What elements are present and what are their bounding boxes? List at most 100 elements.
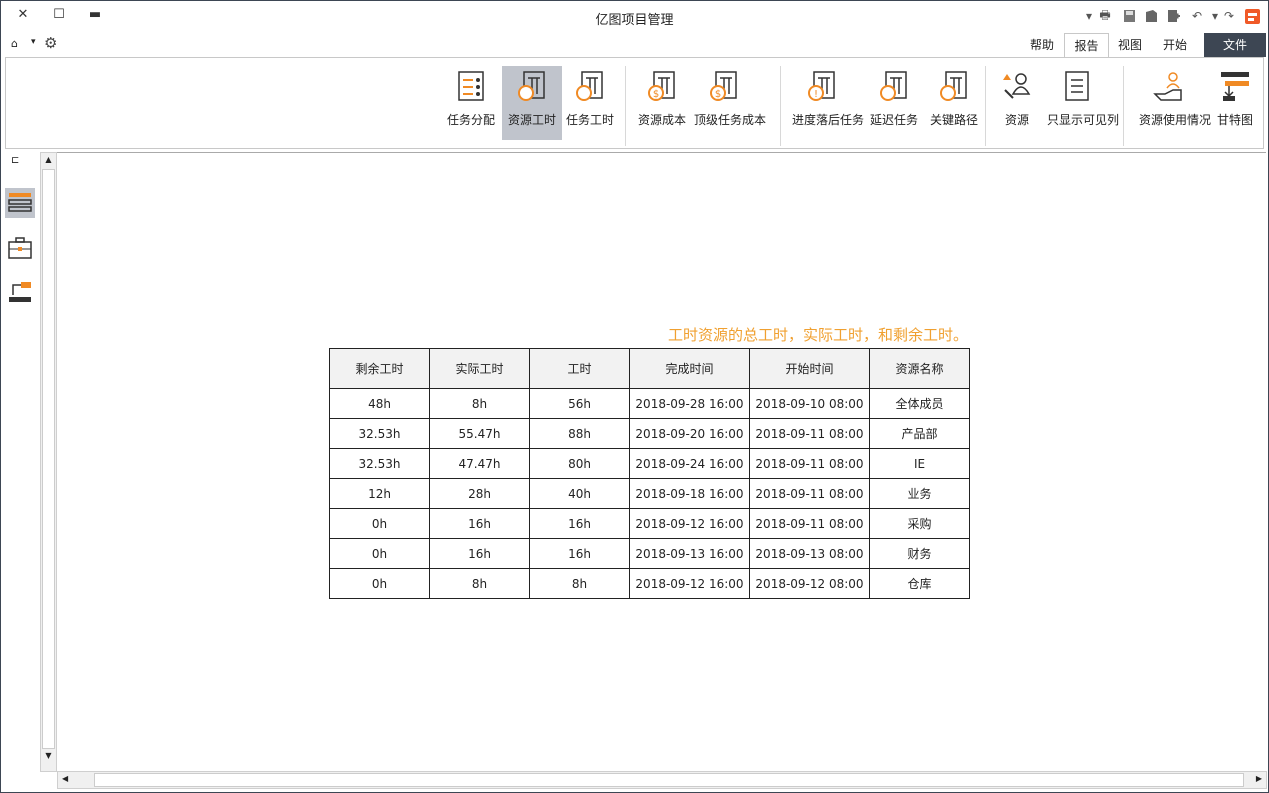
ribbon-button-label: 进度落后任务 [792,113,865,127]
table-cell: 16h [429,508,530,539]
visible-columns-icon [1061,71,1093,105]
ribbon-group-divider [1123,66,1124,146]
ribbon-button-label: 关键路径 [929,113,978,127]
import-panel-icon[interactable] [5,277,35,307]
table-row: 32.53h 55.47h 88h 2018-09-20 16:00 2018-09-1… [329,418,970,449]
column-header: 开始时间 [749,348,870,389]
app-logo-icon [1244,8,1260,24]
ribbon-button-task-assignment[interactable]: 任务分配 [441,66,501,140]
ribbon-button-label: 资源使用情况 [1139,113,1212,127]
pin-icon[interactable]: ⊏ [11,155,19,166]
horizontal-scrollbar[interactable]: ◀ ▶ [57,771,1267,789]
ribbon-button-label: 延迟任务 [869,113,918,127]
column-header: 工时 [529,348,630,389]
save-icon[interactable] [1121,8,1137,24]
table-cell: 8h [529,568,630,599]
ribbon-button-visible-columns[interactable]: 只显示可见列 [1047,66,1120,140]
left-sidebar: ⊏ [1,151,39,791]
resource-usage-icon [1153,72,1185,105]
table-cell: 2018-09-20 16:00 [629,418,750,449]
scroll-left-icon[interactable]: ◀ [62,774,68,783]
resource-hours-table: 剩余工时 实际工时 工时 完成时间 开始时间 资源名称 48h 8h 56h 2018-09-2… [329,348,970,599]
ribbon-button-resource[interactable]: 资源 [987,66,1047,140]
table-cell: 2018-09-18 16:00 [629,478,750,509]
table-cell: 采购 [869,508,970,539]
toolbox-icon[interactable] [5,233,35,263]
table-cell: 2018-09-12 16:00 [629,508,750,539]
ribbon-button-task-hours[interactable]: 任务工时 [560,66,620,140]
tab-help[interactable]: 帮助 [1021,33,1063,57]
task-assignment-icon [455,71,487,105]
ribbon-button-behind-schedule[interactable]: ! 进度落后任务 [792,66,865,140]
svg-text:$: $ [653,89,659,100]
tab-home[interactable]: 开始 [1149,33,1201,57]
ribbon-button-label: 顶级任务成本 [694,113,767,127]
settings-gear-icon[interactable]: ⚙ [44,34,57,52]
svg-text:$: $ [715,89,721,100]
collapse-ribbon-icon[interactable]: ⌂ [11,37,18,50]
table-cell: 产品部 [869,418,970,449]
horizontal-scroll-thumb[interactable] [94,773,1244,787]
options-dropdown-icon[interactable]: ▾ [31,37,36,47]
ribbon-button-resource-cost[interactable]: $ 资源成本 [632,66,692,140]
tab-report[interactable]: 报告 [1064,33,1109,58]
table-cell: 16h [529,508,630,539]
ribbon-button-label: 资源 [1004,113,1029,127]
table-cell: 55.47h [429,418,530,449]
table-cell: 32.53h [329,448,430,479]
export-icon[interactable] [1143,8,1159,24]
vertical-scrollbar[interactable]: ▲ ▼ [40,152,57,772]
ribbon-button-label: 任务工时 [565,113,614,127]
ribbon-button-resource-usage[interactable]: 资源使用情况 [1139,66,1212,140]
ribbon-button-label: 资源成本 [637,113,686,127]
behind-schedule-icon: ! [806,71,838,105]
table-cell: 28h [429,478,530,509]
tab-file[interactable]: 文件 [1204,33,1266,57]
customize-dropdown-icon[interactable]: ▾ [1081,8,1097,24]
table-cell: 仓库 [869,568,970,599]
ribbon: 甘特图 资源使用情况 只显示可见列 资源 关键路径 延迟任务! 进度落后任务 $ 顶级任务成本 $… [5,57,1264,149]
table-cell: 2018-09-13 08:00 [749,538,870,569]
ribbon-button-critical-path[interactable]: 关键路径 [924,66,984,140]
column-header: 实际工时 [429,348,530,389]
ribbon-button-delayed-task[interactable]: 延迟任务 [864,66,924,140]
ribbon-button-gantt-chart[interactable]: 甘特图 [1205,66,1265,140]
ribbon-button-label: 甘特图 [1216,113,1253,127]
resource-icon [1001,73,1033,105]
scroll-down-icon[interactable]: ▼ [41,751,56,760]
column-header: 完成时间 [629,348,750,389]
table-cell: 2018-09-12 08:00 [749,568,870,599]
column-header: 资源名称 [869,348,970,389]
table-cell: 2018-09-24 16:00 [629,448,750,479]
table-row: 0h 8h 8h 2018-09-12 16:00 2018-09-12 08:00 仓库 [329,568,970,599]
gantt-chart-icon [1219,72,1251,105]
ribbon-button-resource-hours[interactable]: 资源工时 [502,66,562,140]
table-cell: 财务 [869,538,970,569]
table-cell: 2018-09-11 08:00 [749,418,870,449]
table-cell: 12h [329,478,430,509]
resource-cost-icon: $ [646,71,678,105]
table-row: 0h 16h 16h 2018-09-12 16:00 2018-09-11 08:00… [329,508,970,539]
top-task-cost-icon: $ [708,71,740,105]
vertical-scroll-thumb[interactable] [42,169,55,749]
redo-icon[interactable]: ↷ [1221,8,1237,24]
outline-panel-icon[interactable] [5,188,35,218]
table-cell: 56h [529,388,630,419]
table-row: 0h 16h 16h 2018-09-13 16:00 2018-09-13 08:00… [329,538,970,569]
table-cell: 40h [529,478,630,509]
report-caption: 工时资源的总工时，实际工时，和剩余工时。 [667,326,968,344]
table-cell: 2018-09-13 16:00 [629,538,750,569]
undo-icon[interactable]: ↶ [1189,8,1205,24]
ribbon-button-label: 任务分配 [446,113,495,127]
tab-view[interactable]: 视图 [1111,33,1149,57]
table-cell: 业务 [869,478,970,509]
scroll-up-icon[interactable]: ▲ [41,153,56,167]
scroll-right-icon[interactable]: ▶ [1256,774,1262,783]
table-cell: 2018-09-11 08:00 [749,448,870,479]
new-icon[interactable] [1165,8,1181,24]
ribbon-button-label: 只显示可见列 [1047,113,1120,127]
ribbon-button-top-task-cost[interactable]: $ 顶级任务成本 [694,66,767,140]
table-cell: 88h [529,418,630,449]
ribbon-group-divider [985,66,986,146]
print-icon[interactable]: 🖶 [1097,8,1113,24]
